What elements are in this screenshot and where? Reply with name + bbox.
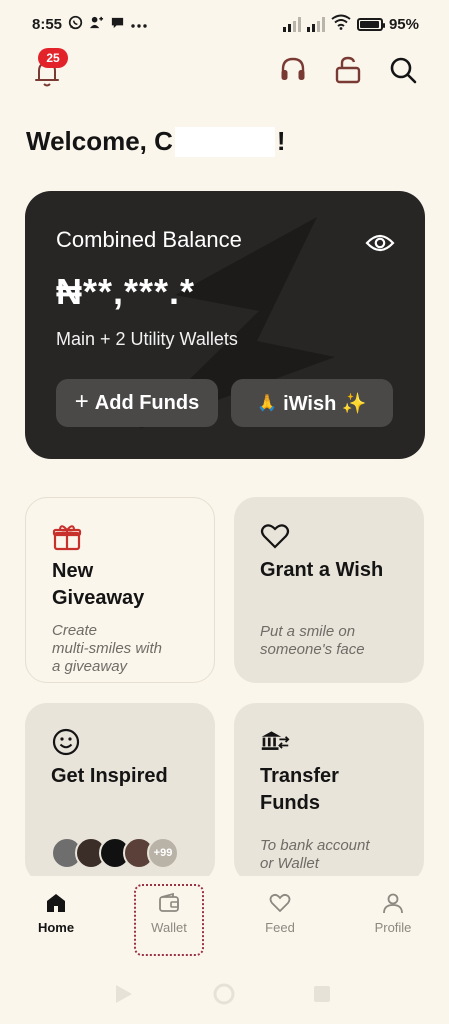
top-bar: 25 (0, 48, 449, 94)
balance-subtitle: Main + 2 Utility Wallets (56, 329, 238, 349)
bank-transfer-icon (261, 731, 290, 750)
avatar-more-count: +99 (147, 837, 179, 869)
plus-icon: + (74, 388, 89, 415)
tile-desc-line: To bank account (260, 837, 370, 854)
tile-title: Transfer Funds (260, 763, 398, 817)
transfer-funds-tile[interactable]: Transfer Funds To bank account or Wallet (234, 703, 424, 883)
nav-home[interactable]: Home (11, 892, 101, 935)
nav-label: Home (37, 920, 75, 935)
status-time: 8:55 (32, 15, 63, 33)
welcome-heading: Welcome, C ! (26, 126, 286, 157)
signal-icon (282, 16, 301, 32)
nav-label: Feed (265, 920, 295, 935)
notification-badge: 25 (38, 48, 68, 68)
grant-wish-tile[interactable]: Grant a Wish Put a smile on someone's fa… (234, 497, 424, 683)
unlock-button[interactable] (332, 54, 364, 86)
eye-icon (365, 234, 395, 252)
wifi-icon (331, 14, 351, 34)
add-funds-button[interactable]: + Add Funds (56, 379, 218, 427)
headset-icon (281, 57, 305, 80)
tile-title-line: Giveaway (52, 587, 145, 609)
tile-description: To bank account or Wallet (260, 837, 370, 873)
tile-desc-line: or Wallet (260, 855, 319, 872)
system-nav-bar (0, 966, 449, 1024)
signal-icon-2 (306, 16, 325, 32)
more-dots-icon (131, 16, 147, 32)
smiley-icon (52, 728, 80, 756)
home-circle-icon[interactable] (213, 983, 235, 1005)
balance-title: Combined Balance (56, 227, 242, 252)
whatsapp-icon (68, 15, 83, 33)
tile-desc-line: Create (52, 622, 98, 639)
gift-icon (52, 525, 82, 551)
toggle-visibility-button[interactable] (365, 231, 395, 255)
tile-title: Grant a Wish (260, 559, 384, 581)
nav-feed[interactable]: Feed (235, 892, 325, 935)
iwish-label: iWish ✨ (283, 392, 367, 415)
new-giveaway-tile[interactable]: New Giveaway Create multi-smiles with a … (25, 497, 215, 683)
search-button[interactable] (387, 54, 419, 86)
heart-icon (269, 893, 291, 913)
tile-title: New Giveaway (52, 558, 188, 612)
welcome-suffix: ! (276, 126, 286, 156)
bottom-nav: Home Wallet Feed Profile (0, 876, 449, 962)
iwish-button[interactable]: 🙏 iWish ✨ (231, 379, 393, 427)
welcome-prefix: Welcome, C (26, 126, 173, 156)
person-sync-icon (89, 15, 104, 33)
tile-desc-line: Put a smile on (260, 623, 356, 640)
nav-label: Profile (374, 920, 412, 935)
tile-desc-line: multi-smiles with (52, 640, 163, 657)
praying-hands-icon: 🙏 (257, 395, 278, 412)
add-funds-label: Add Funds (94, 391, 200, 414)
balance-card: Combined Balance ₦**,***.* Main + 2 Util… (25, 191, 425, 459)
battery-icon (356, 17, 385, 31)
battery-percent: 95% (388, 15, 419, 33)
status-bar: 8:55 95% (0, 0, 449, 48)
balance-amount: ₦**,***.* (56, 271, 196, 312)
nav-profile[interactable]: Profile (348, 892, 438, 935)
search-icon (390, 57, 417, 84)
status-left: 8:55 (32, 15, 147, 33)
chat-bubble-icon (110, 15, 125, 33)
tile-title-line: Funds (260, 792, 320, 814)
heart-icon (260, 524, 290, 549)
user-icon (383, 893, 403, 914)
get-inspired-tile[interactable]: Get Inspired +99 (25, 703, 215, 883)
tile-title-line: Transfer (260, 765, 339, 787)
support-button[interactable] (277, 54, 309, 86)
tile-description: Put a smile on someone's face (260, 623, 365, 659)
back-icon[interactable] (116, 985, 132, 1003)
unlock-icon (335, 56, 361, 84)
avatar-stack: +99 (51, 837, 179, 869)
home-icon (47, 894, 65, 912)
wallet-focus-outline (134, 884, 204, 956)
tile-description: Create multi-smiles with a giveaway (52, 622, 162, 676)
status-right: 95% (282, 14, 419, 34)
recents-icon[interactable] (314, 986, 330, 1002)
redacted-name (174, 126, 275, 157)
tile-title-line: New (52, 560, 94, 582)
tile-desc-line: a giveaway (52, 658, 128, 675)
tile-desc-line: someone's face (260, 641, 365, 658)
tile-title: Get Inspired (51, 765, 168, 787)
